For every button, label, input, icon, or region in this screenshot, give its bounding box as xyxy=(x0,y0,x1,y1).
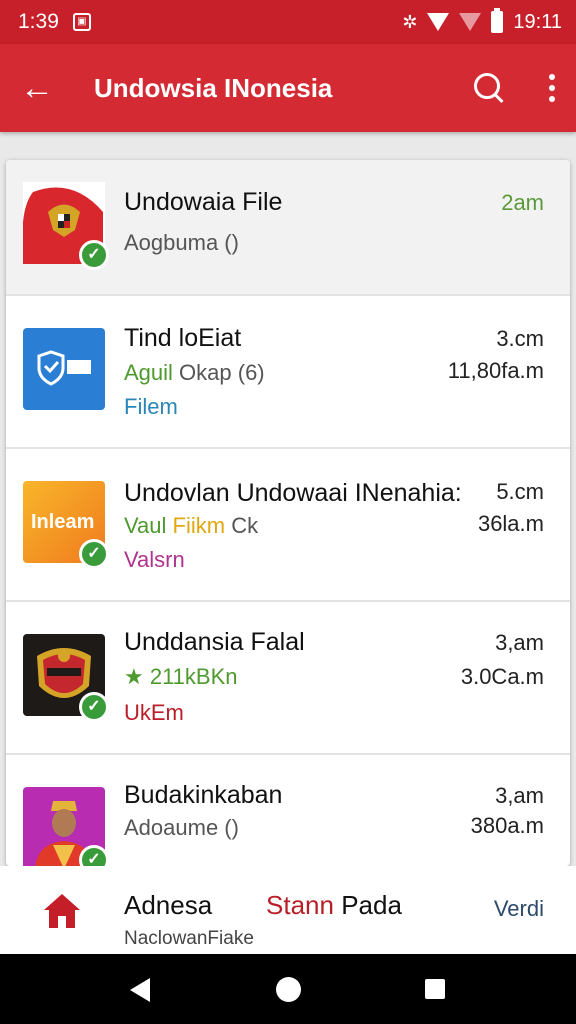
list-item[interactable]: ✓ Budakinkaban Adoaume () 3,am 380a.m xyxy=(6,755,570,866)
file-size: 380a.m xyxy=(470,813,544,838)
file-title: Tind loEiat xyxy=(124,324,242,352)
file-subtitle-tag-2: Fiikm xyxy=(172,513,226,538)
nav-recents-icon[interactable] xyxy=(425,979,445,999)
file-subtitle-text: Ck xyxy=(231,513,259,538)
bottom-status-suffix: Pada xyxy=(341,890,402,920)
file-time: 3,am xyxy=(495,783,544,808)
file-time: 5.cm xyxy=(496,479,544,504)
orange-app-icon: Inleam ✓ xyxy=(23,481,109,569)
file-title: Undovlan Undowaai INenahia: xyxy=(124,479,462,507)
list-item[interactable]: ✓ Unddansia Falal ★ 211kBKn UkEm 3,am 3.… xyxy=(6,602,570,755)
list-item[interactable]: Inleam ✓ Undovlan Undowaai INenahia: Vau… xyxy=(6,449,570,602)
status-icons: ✲ 19:11 xyxy=(402,8,562,34)
verified-check-icon: ✓ xyxy=(79,240,109,270)
file-title: Undowaia File xyxy=(124,188,283,216)
bottom-status: Stann Pada xyxy=(266,890,402,921)
file-subtitle: Vaul Fiikm Ck xyxy=(124,513,258,539)
status-bar: 1:39 ▣ ✲ 19:11 xyxy=(0,0,576,44)
file-rating: ★ 211kBKn xyxy=(124,664,238,689)
file-time: 2am xyxy=(501,190,544,215)
file-subtitle-tag: Aguil xyxy=(124,360,173,385)
back-arrow-icon[interactable]: ← xyxy=(20,71,60,105)
shield-app-icon xyxy=(23,328,105,410)
file-time: 3.cm xyxy=(496,326,544,351)
file-subtitle: Aguil Okap (6) xyxy=(124,360,265,386)
bottom-bar: Adnesa Stann Pada NaclowanFiake Verdi xyxy=(0,866,576,954)
file-subtitle: Adoaume () xyxy=(124,815,239,840)
file-list: ✓ Undowaia File Aogbuma () 2am Tind loEi… xyxy=(6,160,570,866)
file-subtitle-text: Okap (6) xyxy=(179,360,265,385)
signal-icon xyxy=(459,13,482,31)
verified-check-icon: ✓ xyxy=(79,692,109,722)
garuda-emblem-icon: ✓ xyxy=(23,182,109,270)
status-clock: 19:11 xyxy=(513,10,562,33)
emblem-shield-icon: ✓ xyxy=(23,634,109,722)
file-size: 36la.m xyxy=(477,511,544,536)
battery-icon xyxy=(491,8,504,33)
file-size: 3.0Ca.m xyxy=(460,664,544,689)
file-time: 3,am xyxy=(495,630,544,655)
system-nav-bar xyxy=(0,954,576,1024)
app-title: Undowsia INonesia xyxy=(94,72,333,103)
file-subtitle-tag: Vaul xyxy=(124,513,167,538)
verify-button[interactable]: Verdi xyxy=(494,896,544,922)
portrait-icon: ✓ xyxy=(23,787,109,866)
network-icon: ✲ xyxy=(402,11,418,32)
more-options-icon[interactable] xyxy=(548,74,556,102)
app-bar: ← Undowsia INonesia xyxy=(0,44,576,132)
file-category: UkEm xyxy=(124,700,184,725)
bottom-title: Adnesa xyxy=(124,890,213,920)
list-item[interactable]: ✓ Undowaia File Aogbuma () 2am xyxy=(6,160,570,296)
search-icon[interactable] xyxy=(472,71,506,105)
file-title: Budakinkaban xyxy=(124,781,283,809)
status-time: 1:39 xyxy=(18,10,59,33)
verified-check-icon: ✓ xyxy=(79,539,109,569)
file-category: Filem xyxy=(124,394,178,419)
wifi-icon xyxy=(427,13,450,31)
bottom-status-label: Stann xyxy=(266,890,334,920)
screenshot-icon: ▣ xyxy=(72,13,91,31)
file-size: 11,80fa.m xyxy=(447,358,544,383)
home-icon[interactable] xyxy=(42,890,82,930)
file-category: Valsrn xyxy=(124,547,185,572)
nav-home-icon[interactable] xyxy=(276,977,301,1002)
file-title: Unddansia Falal xyxy=(124,628,305,656)
nav-back-icon[interactable] xyxy=(130,978,150,1002)
bottom-subtitle: NaclowanFiake xyxy=(124,928,254,949)
file-subtitle: Aogbuma () xyxy=(124,230,239,255)
list-item[interactable]: Tind loEiat Aguil Okap (6) Filem 3.cm 11… xyxy=(6,296,570,449)
